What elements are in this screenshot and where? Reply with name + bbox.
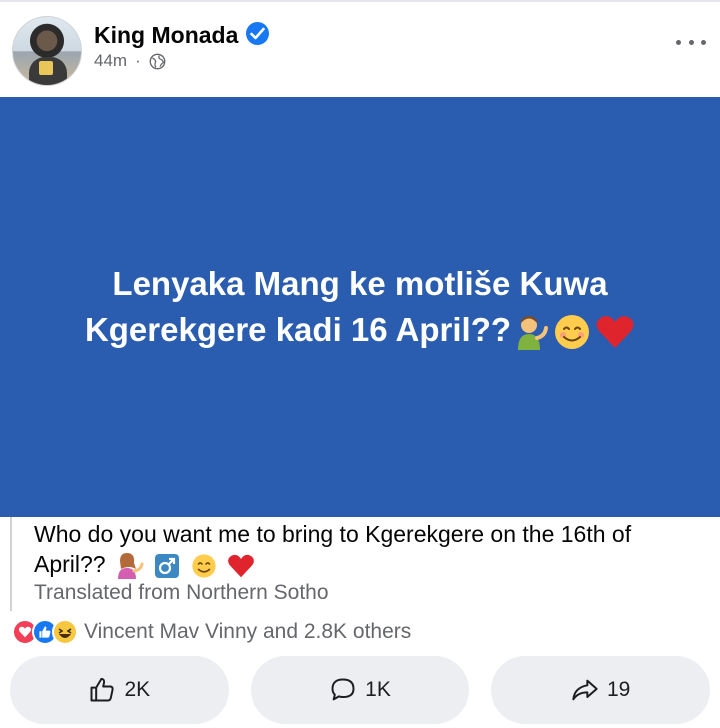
author-name[interactable]: King Monada	[94, 22, 238, 49]
translation-source[interactable]: Translated from Northern Sotho	[34, 581, 710, 605]
share-button[interactable]: 19	[491, 656, 711, 724]
like-icon	[90, 677, 115, 702]
smiling-face-emoji-icon	[555, 315, 590, 350]
comment-icon	[331, 678, 355, 701]
smiling-face-emoji-icon	[192, 554, 216, 578]
translated-line-2: April??	[34, 551, 106, 577]
dot	[701, 39, 706, 45]
post-time[interactable]: 44m	[94, 51, 127, 71]
man-tipping-hand-emoji-icon	[518, 316, 549, 351]
post-header: King Monada 44m ·	[0, 8, 720, 94]
verified-badge-icon	[246, 22, 269, 45]
like-button[interactable]: 2K	[10, 656, 229, 724]
globe-icon	[149, 53, 166, 69]
avatar-cup	[39, 61, 53, 75]
banner-line-1: Lenyaka Mang ke motliše Kuwa	[112, 265, 608, 302]
share-count: 19	[607, 678, 631, 701]
banner-text: Lenyaka Mang ke motliše Kuwa Kgerekgere …	[40, 261, 680, 353]
top-divider	[0, 0, 720, 2]
avatar[interactable]	[12, 16, 82, 86]
meta-separator: ·	[135, 51, 141, 70]
haha-reaction-icon	[52, 619, 78, 645]
banner-line-2: Kgerekgere kadi 16 April??	[84, 311, 512, 348]
woman-tipping-hand-emoji-icon	[118, 552, 144, 579]
translation-block: Who do you want me to bring to Kgerekger…	[10, 517, 710, 611]
post-actions: 2K 1K 19	[10, 656, 711, 724]
translated-text: Who do you want me to bring to Kgerekger…	[34, 517, 710, 579]
red-heart-emoji-icon	[596, 316, 634, 349]
dot	[676, 39, 681, 45]
reactions-summary[interactable]: Vincent Mav Vinny and 2.8K others	[12, 618, 411, 646]
dot	[688, 39, 694, 45]
reactions-text: Vincent Mav Vinny and 2.8K others	[84, 620, 412, 643]
post-banner: Lenyaka Mang ke motliše Kuwa Kgerekgere …	[0, 97, 720, 517]
comment-count: 1K	[365, 678, 391, 701]
translated-line-1: Who do you want me to bring to Kgerekger…	[34, 521, 632, 547]
comment-button[interactable]: 1K	[250, 656, 470, 724]
male-sign-emoji-icon	[155, 553, 180, 578]
share-icon	[572, 679, 598, 701]
post-meta: 44m ·	[94, 51, 166, 71]
more-options-icon[interactable]	[676, 32, 706, 52]
red-heart-emoji-icon	[228, 554, 255, 578]
like-count: 2K	[124, 678, 151, 701]
